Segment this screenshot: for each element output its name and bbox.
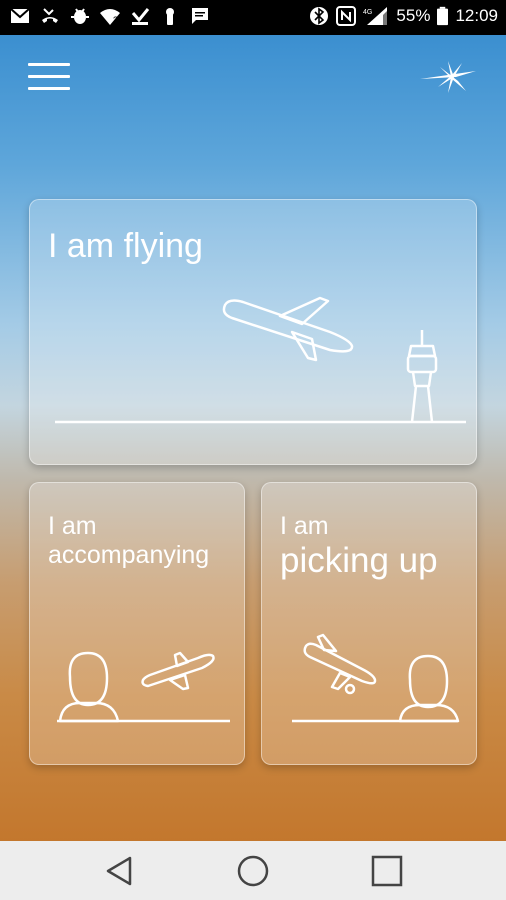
- control-tower-icon: [406, 330, 438, 423]
- signal-4g-icon: 4G: [363, 7, 388, 25]
- system-nav-bar: [0, 841, 506, 900]
- missed-call-icon: [42, 8, 58, 23]
- landing-plane-icon: [303, 633, 377, 695]
- svg-text:4G: 4G: [363, 9, 372, 16]
- person-icon: [58, 651, 120, 723]
- airline-star-logo-icon[interactable]: [418, 57, 478, 97]
- battery-icon: [437, 6, 449, 26]
- battery-percent: 55%: [396, 6, 431, 25]
- i-am-accompanying-card[interactable]: I am accompanying: [29, 482, 245, 765]
- wifi-question-icon: ?: [100, 9, 120, 25]
- nfc-icon: [336, 6, 357, 26]
- bluetooth-icon: [310, 7, 329, 25]
- svg-text:?: ?: [113, 15, 118, 25]
- clock-time: 12:09: [455, 6, 498, 25]
- person-icon: [398, 654, 460, 723]
- takeoff-plane-icon: [141, 651, 215, 691]
- picking-up-illustration: [292, 633, 460, 723]
- home-circle-icon[interactable]: [235, 853, 271, 889]
- gmail-icon: [10, 8, 30, 23]
- flying-illustration: [55, 296, 466, 424]
- recents-square-icon[interactable]: [369, 853, 405, 889]
- accompanying-illustration: [57, 651, 230, 723]
- i-am-picking-up-card[interactable]: I am picking up: [261, 482, 477, 765]
- keyhole-icon: [166, 8, 174, 25]
- android-debug-icon: [71, 8, 89, 24]
- status-bar: ? 4G 55% 12:09: [0, 0, 506, 35]
- i-am-flying-card[interactable]: I am flying: [29, 199, 477, 465]
- back-triangle-icon[interactable]: [102, 853, 138, 889]
- message-icon: [192, 8, 208, 24]
- takeoff-plane-icon: [222, 296, 354, 362]
- download-icon: [131, 8, 150, 25]
- hamburger-menu-icon[interactable]: [28, 63, 70, 93]
- app-screen: I am flying I am accompanying I am picki…: [0, 35, 506, 841]
